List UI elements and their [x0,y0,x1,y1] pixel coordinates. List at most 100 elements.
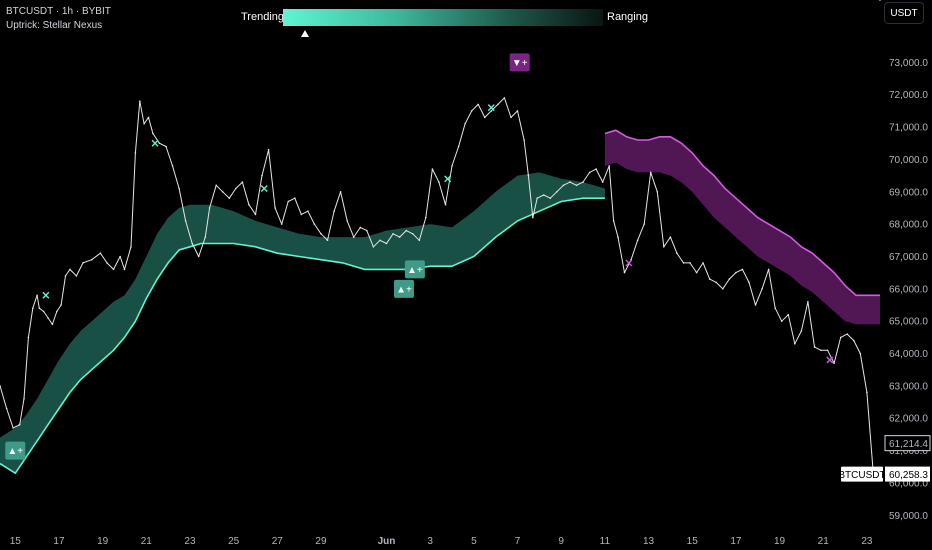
price-point [411,233,414,235]
current-price-label: 60,258.3 [889,470,928,481]
x-tick-label: 7 [515,536,521,547]
x-tick-label: 27 [272,536,284,547]
price-point [372,246,375,248]
price-point [588,171,591,174]
price-point [853,339,855,342]
price-point [134,152,137,154]
price-point [722,288,724,290]
x-tick-label: 21 [141,536,153,547]
price-point [556,191,558,193]
price-point [143,123,145,125]
symbol-price-tag-label: BTCUSDT [838,470,885,481]
price-point [90,258,93,261]
y-tick-label: 68,000.0 [889,220,928,231]
price-point [274,207,276,209]
price-point [612,220,615,222]
price-point [261,174,263,177]
price-point [215,184,217,187]
price-point [392,233,394,235]
price-point [451,165,453,167]
price-point [425,216,427,219]
price-point [879,0,881,1]
price-point [287,200,290,203]
price-point [780,320,783,323]
y-tick-label: 73,000.0 [889,58,928,69]
price-point [300,213,303,216]
price-point [695,271,698,274]
price-point [352,236,355,238]
price-point [484,116,486,119]
price-point [405,229,408,232]
price-point [27,336,30,339]
price-point [5,407,8,410]
price-point [728,278,731,280]
price-point [820,349,822,352]
price-point [47,317,49,319]
price-point [708,278,711,280]
price-point [575,184,578,187]
buy-signal-label: ▲+ [407,265,423,276]
price-point [221,191,224,193]
x-tick-label: 23 [184,536,196,547]
x-tick-label: 17 [730,536,742,547]
price-point [523,139,525,141]
price-point [669,236,672,238]
bull-cross-marker [487,104,495,112]
price-point [636,239,639,242]
price-point [112,268,115,271]
buy-signal-label: ▲+ [396,284,412,295]
bull-cross-marker [260,185,268,193]
bull-band-fill [0,172,605,474]
price-point [689,262,691,264]
price-point [663,246,665,248]
price-point [516,110,519,112]
y-tick-label: 67,000.0 [889,252,928,263]
price-point [307,210,309,212]
x-tick-label: 29 [315,536,327,547]
price-point [532,216,534,219]
price-point [595,168,597,170]
price-point [204,236,207,238]
price-point [676,252,678,254]
price-point [42,310,45,313]
y-tick-label: 70,000.0 [889,155,928,166]
price-point [280,223,283,225]
x-tick-label: Jun [378,536,396,547]
price-point [682,262,685,264]
bull-cross-marker [151,139,159,147]
x-tick-label: 15 [10,536,22,547]
price-point [735,271,737,274]
x-tick-label: 17 [53,536,65,547]
price-point [320,233,322,235]
price-point [490,110,493,112]
price-point [359,226,362,229]
price-point [643,223,645,225]
price-point [767,268,770,271]
price-point [75,275,78,277]
price-point [178,187,180,190]
price-point [12,427,14,429]
price-point [51,323,54,326]
price-chart[interactable]: ▲+▲+▲+▼+59,000.060,000.061,000.062,000.0… [0,0,932,550]
y-tick-label: 62,000.0 [889,414,928,425]
x-tick-label: 13 [643,536,655,547]
y-tick-label: 64,000.0 [889,349,928,360]
price-point [191,242,193,245]
price-point [313,223,316,225]
y-tick-label: 66,000.0 [889,284,928,295]
x-tick-label: 21 [818,536,830,547]
price-point [774,307,776,310]
price-point [787,313,790,316]
price-point [254,213,257,216]
price-point [60,304,62,306]
price-point [754,304,757,306]
price-point [527,174,530,177]
x-tick-label: 19 [774,536,786,547]
last-price-label: 61,214.4 [889,439,928,450]
price-point [398,236,401,238]
price-point [748,281,750,284]
x-tick-label: 9 [558,536,564,547]
price-point [839,336,842,339]
price-point [139,100,141,102]
price-point [859,352,862,355]
